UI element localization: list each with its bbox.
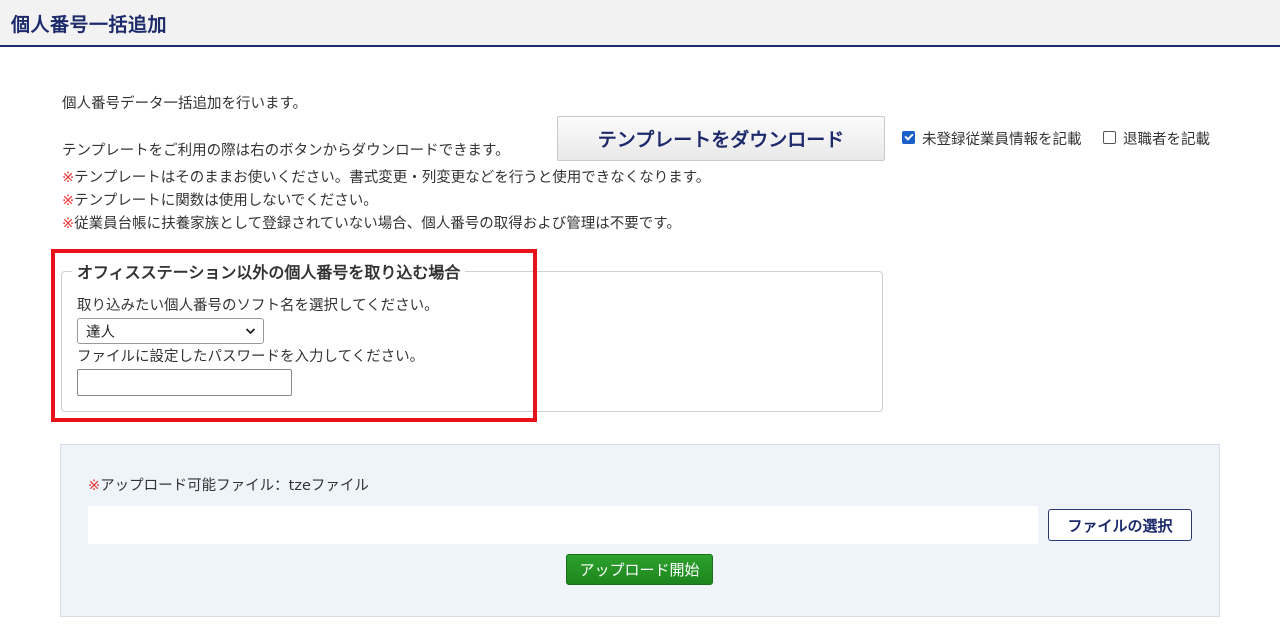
intro-text: 個人番号データ一括追加を行います。 [62,96,308,112]
highlight-box [51,249,537,422]
upload-start-button[interactable]: アップロード開始 [566,554,713,585]
upload-note: ※アップロード可能ファイル：tzeファイル [88,478,369,494]
note-item: ※テンプレートはそのままお使いください。書式変更・列変更などを行うと使用できなく… [62,170,711,186]
unregistered-employee-label[interactable]: 未登録従業員情報を記載 [922,128,1082,149]
retired-checkbox[interactable] [1103,131,1116,144]
file-name-field [88,506,1038,544]
retired-label[interactable]: 退職者を記載 [1123,128,1210,149]
note-item: ※テンプレートに関数は使用しないでください。 [62,193,378,209]
unregistered-employee-checkbox[interactable] [902,131,915,144]
note-item: ※従業員台帳に扶養家族として登録されていない場合、個人番号の取得および管理は不要… [62,216,681,232]
choose-file-button[interactable]: ファイルの選択 [1048,509,1192,541]
page-title: 個人番号一括追加 [11,14,168,36]
page-header: 個人番号一括追加 [0,0,1280,47]
download-template-button[interactable]: テンプレートをダウンロード [557,116,885,161]
template-info-text: テンプレートをご利用の際は右のボタンからダウンロードできます。 [62,143,510,159]
